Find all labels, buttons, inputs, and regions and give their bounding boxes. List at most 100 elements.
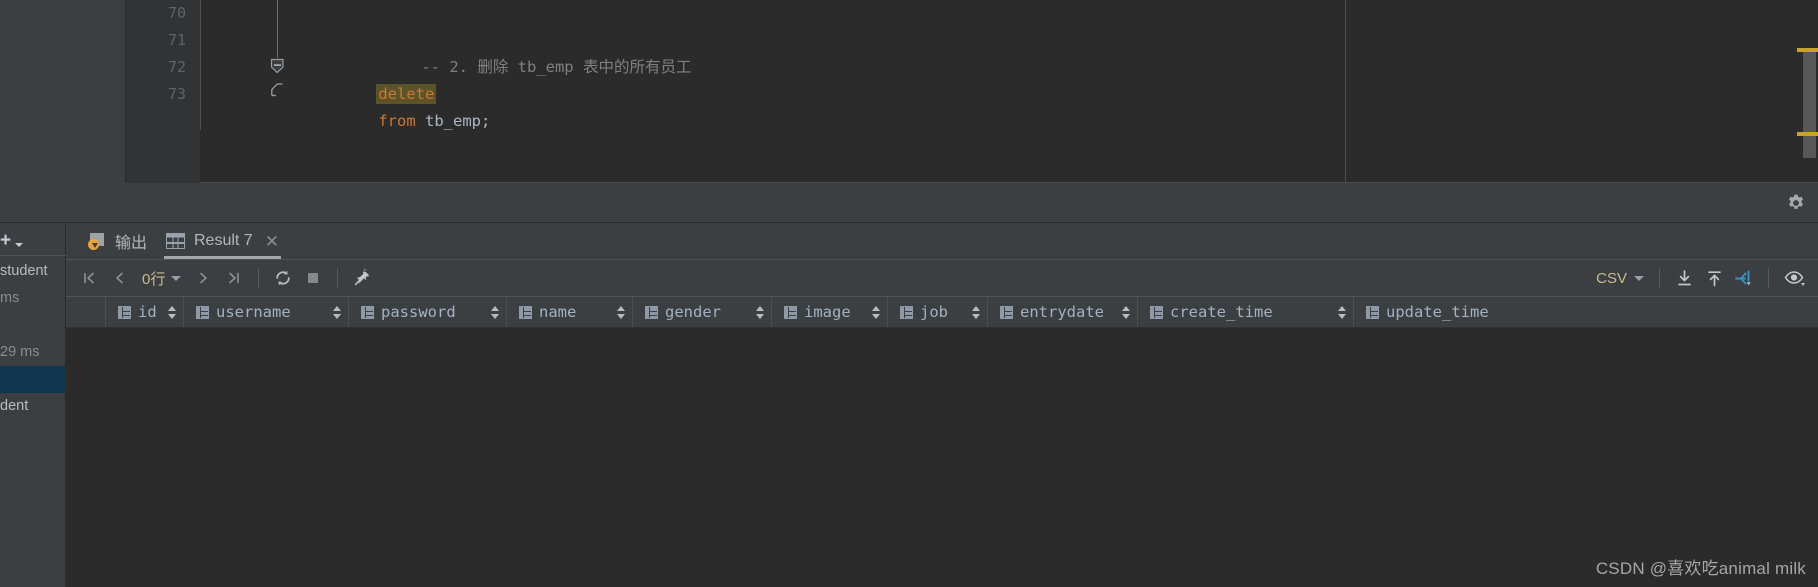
reload-button[interactable] [268,259,298,297]
column-table-icon [784,305,797,319]
stop-button[interactable] [298,259,328,297]
grid-column-header: id username password name gender image j… [66,297,1818,328]
line-number: 71 [167,31,186,49]
sql-editor[interactable]: 70 71 72 73 -- 2. 删除 tb_emp 表中的所有员工 dele… [126,0,1345,183]
error-stripe-marker[interactable] [1797,132,1818,136]
column-table-icon [900,305,913,319]
sort-arrows-icon[interactable] [491,305,500,320]
code-line-72: delete [285,54,437,104]
column-header-label: gender [665,303,721,321]
line-number: 72 [167,58,186,76]
column-header-update-time[interactable]: update_time [1354,297,1574,327]
sidebar-item-student[interactable]: student [0,258,66,285]
sidebar-toolbar: + [0,223,66,256]
download-button[interactable] [1669,259,1699,297]
error-stripe-scrollbar[interactable] [1803,48,1816,158]
line-number: 70 [167,4,186,22]
compare-button[interactable] [1729,259,1759,297]
add-button[interactable]: + [0,231,24,250]
editor-region: 70 71 72 73 -- 2. 删除 tb_emp 表中的所有员工 dele… [0,0,1818,183]
sql-keyword-from: from [378,112,416,130]
column-table-icon [1000,305,1013,319]
ide-window: 70 71 72 73 -- 2. 删除 tb_emp 表中的所有员工 dele… [0,0,1818,587]
code-fold-stem [277,0,278,58]
toolbar-separator [1768,268,1769,288]
tab-output[interactable]: 输出 [80,223,155,259]
column-header-label: password [381,303,456,321]
column-header-label: username [216,303,291,321]
sort-arrows-icon[interactable] [617,305,626,320]
tab-output-label: 输出 [115,235,148,252]
sort-arrows-icon[interactable] [1338,305,1347,320]
column-table-icon [519,305,532,319]
view-options-button[interactable] [1778,259,1812,297]
sort-arrows-icon[interactable] [756,305,765,320]
sidebar-item-selected[interactable] [0,366,66,393]
code-area[interactable]: -- 2. 删除 tb_emp 表中的所有员工 delete from tb_e… [200,0,1345,183]
column-header-username[interactable]: username [184,297,349,327]
export-format-selector[interactable]: CSV [1590,270,1650,287]
grid-body[interactable]: CSDN @喜欢吃animal milk [66,328,1818,587]
sort-arrows-icon[interactable] [333,305,342,320]
left-sidebar: + student ms 29 ms dent [0,223,66,587]
chevron-down-icon[interactable] [1634,275,1644,281]
gear-icon[interactable] [1786,193,1806,213]
chevron-down-icon[interactable] [171,275,182,281]
sql-table-name: tb_emp [415,112,481,130]
sort-arrows-icon[interactable] [972,305,981,320]
row-count-label: 0行 [142,270,166,288]
sql-comment: -- 2. 删除 tb_emp 表中的所有员工 [421,58,692,76]
results-tab-strip: 输出 Result 7 ✕ [66,223,1818,259]
tab-result-7-label: Result 7 [194,232,253,249]
editor-gutter: 70 71 72 73 [126,0,200,183]
code-fold-collapse-icon[interactable] [270,58,285,75]
column-header-id[interactable]: id [106,297,184,327]
column-header-label: create_time [1170,303,1273,321]
watermark: CSDN @喜欢吃animal milk [1595,559,1806,578]
panel-settings-bar [0,183,1818,223]
column-table-icon [1366,305,1379,319]
close-icon[interactable]: ✕ [265,233,279,250]
sidebar-item-ms[interactable]: ms [0,285,66,312]
editor-left-padding [0,0,126,183]
column-header-label: update_time [1386,303,1489,321]
pin-button[interactable] [347,259,377,297]
results-nav-toolbar: 0行 CSV [66,259,1818,297]
row-count-selector[interactable]: 0行 [134,268,189,289]
next-page-button[interactable] [189,259,219,297]
column-table-icon [361,305,374,319]
table-grid-icon [166,233,185,249]
column-table-icon [118,305,131,319]
sort-arrows-icon[interactable] [1122,305,1131,320]
column-header-label: name [539,303,577,321]
sidebar-item-dent[interactable]: dent [0,393,66,420]
chevron-down-icon[interactable] [15,243,23,247]
column-header-gender[interactable]: gender [633,297,772,327]
column-header-label: job [920,303,948,321]
error-stripe-marker[interactable] [1797,48,1818,52]
column-header-password[interactable]: password [349,297,507,327]
column-table-icon [645,305,658,319]
code-line-73: from tb_emp; [285,81,490,130]
previous-page-button[interactable] [104,259,134,297]
first-page-button[interactable] [74,259,104,297]
column-header-name[interactable]: name [507,297,633,327]
column-header-create-time[interactable]: create_time [1138,297,1354,327]
column-header-label: id [138,303,157,321]
column-table-icon [1150,305,1163,319]
export-format-label: CSV [1596,269,1627,287]
column-header-image[interactable]: image [772,297,888,327]
column-header-job[interactable]: job [888,297,988,327]
toolbar-separator [258,268,260,288]
tab-result-7[interactable]: Result 7 ✕ [158,223,287,259]
sidebar-item-29ms[interactable]: 29 ms [0,339,66,366]
sort-arrows-icon[interactable] [168,305,177,320]
sidebar-item-blank[interactable] [0,312,66,339]
sql-semicolon: ; [480,112,491,130]
upload-button[interactable] [1699,259,1729,297]
code-fold-end-icon[interactable] [270,82,285,98]
sort-arrows-icon[interactable] [872,305,881,320]
last-page-button[interactable] [219,259,249,297]
row-number-column-header[interactable] [66,297,106,327]
column-header-entrydate[interactable]: entrydate [988,297,1138,327]
